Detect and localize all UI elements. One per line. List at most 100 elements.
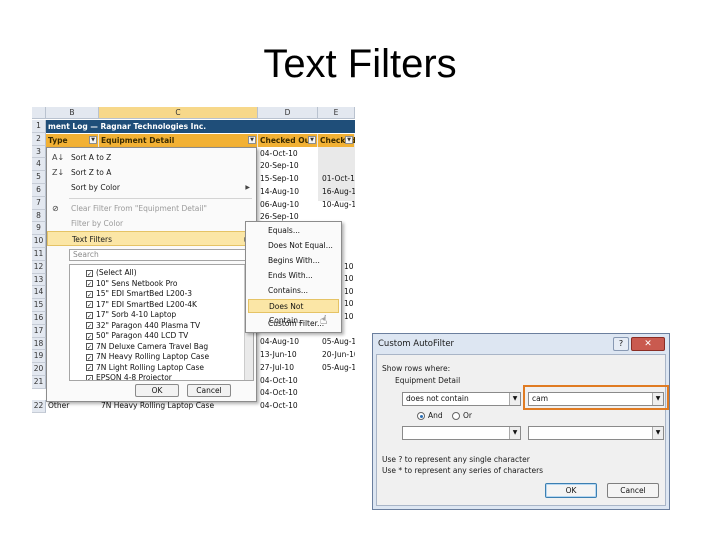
filter-list-item[interactable]: ✓ 10" Sens Netbook Pro xyxy=(86,278,178,289)
filter-dropdown-icon[interactable]: ▼ xyxy=(308,136,316,144)
row-header[interactable]: 22 xyxy=(32,400,46,413)
cell[interactable]: 14-Aug-10 xyxy=(258,186,299,198)
cell[interactable]: 15-Sep-10 xyxy=(258,173,299,185)
cell[interactable]: 20-Sep-10 xyxy=(258,160,299,172)
filter-list-item[interactable]: ✓ 15" EDI SmartBed L200-3 xyxy=(86,288,192,299)
submenu-item[interactable]: Begins With... xyxy=(248,254,339,268)
column-header-b[interactable]: B xyxy=(46,107,99,119)
cell[interactable]: 13-Jun-10 xyxy=(258,349,297,361)
submenu-item[interactable]: Ends With... xyxy=(248,269,339,283)
row-header[interactable]: 9 xyxy=(32,222,46,236)
cell[interactable]: 10 xyxy=(342,298,354,310)
help-button[interactable]: ? xyxy=(613,337,629,351)
menu-sort-color[interactable]: Sort by Color ▶ xyxy=(47,180,256,195)
cell[interactable]: 27-Jul-10 xyxy=(258,362,294,374)
dialog-ok-button[interactable]: OK xyxy=(545,483,597,498)
row-header[interactable]: 21 xyxy=(32,376,46,389)
filter-list-item[interactable]: ✓ 17" EDI SmartBed L200-4K xyxy=(86,299,197,310)
row-header[interactable]: 12 xyxy=(32,260,46,274)
row-header[interactable]: 18 xyxy=(32,337,46,351)
column-header-d[interactable]: D xyxy=(258,107,318,119)
checkbox-checked-icon[interactable]: ✓ xyxy=(86,290,93,299)
submenu-item[interactable]: Does Not Equal... xyxy=(248,239,339,253)
row-header[interactable]: 14 xyxy=(32,286,46,300)
menu-text-filters[interactable]: Text Filters ▶ xyxy=(47,231,256,246)
row-header[interactable]: 2 xyxy=(32,132,46,146)
header-checked-in[interactable]: Checked In ▼ xyxy=(318,134,355,158)
close-button[interactable]: ✕ xyxy=(631,337,665,351)
row-header[interactable]: 16 xyxy=(32,312,46,325)
row-header[interactable]: 17 xyxy=(32,324,46,338)
row-header[interactable]: 10 xyxy=(32,235,46,248)
filter-list-item[interactable]: ✓ EPSON 4-8 Projector xyxy=(86,372,172,380)
row-header[interactable]: 5 xyxy=(32,171,46,184)
row-header[interactable]: 19 xyxy=(32,350,46,364)
filter-dropdown-icon[interactable]: ▼ xyxy=(248,136,256,144)
submenu-item[interactable]: Contains... xyxy=(248,284,339,298)
header-checked-out[interactable]: Checked Out ▼ xyxy=(258,134,318,147)
submenu-item[interactable]: Equals... xyxy=(248,224,339,238)
filter-list-item[interactable]: ✓ 17" Sorb 4-10 Laptop xyxy=(86,309,176,320)
header-type[interactable]: Type ▼ xyxy=(46,134,99,147)
filter-list-item[interactable]: ✓ 32" Paragon 440 Plasma TV xyxy=(86,320,200,331)
cell[interactable]: 04-Oct-10 xyxy=(258,400,298,412)
cell[interactable]: 10-Aug-10 xyxy=(320,199,355,211)
row-header[interactable]: 1 xyxy=(32,120,46,133)
filter-list-item[interactable]: ✓ 7N Heavy Rolling Laptop Case xyxy=(86,351,209,362)
cell[interactable]: 01-Oct-10 xyxy=(320,173,355,185)
row-header[interactable]: 15 xyxy=(32,299,46,312)
cell[interactable]: 20-Jun-10 xyxy=(320,349,355,361)
cell[interactable]: 04-Oct-10 xyxy=(258,148,298,160)
operator2-select[interactable]: ▼ xyxy=(402,426,521,440)
cell[interactable]: 10 xyxy=(342,311,354,323)
header-equipment[interactable]: Equipment Detail ▼ xyxy=(99,134,258,147)
checkbox-checked-icon[interactable]: ✓ xyxy=(86,322,93,330)
cell[interactable]: 04-Oct-10 xyxy=(258,387,298,399)
cell[interactable]: 04-Aug-10 xyxy=(258,336,299,348)
checkbox-checked-icon[interactable]: ✓ xyxy=(86,353,93,362)
menu-ok-button[interactable]: OK xyxy=(135,384,179,397)
menu-sort-az[interactable]: A↓ Sort A to Z xyxy=(47,150,256,165)
menu-cancel-button[interactable]: Cancel xyxy=(187,384,231,397)
row-header[interactable]: 20 xyxy=(32,363,46,376)
cell[interactable]: 05-Aug-10 xyxy=(320,362,355,374)
checkbox-checked-icon[interactable]: ✓ xyxy=(86,332,93,341)
checkbox-checked-icon[interactable]: ✓ xyxy=(86,343,93,351)
cell[interactable]: 10 xyxy=(342,261,354,273)
dialog-cancel-button[interactable]: Cancel xyxy=(607,483,659,498)
row-header[interactable]: 8 xyxy=(32,209,46,223)
checkbox-checked-icon[interactable]: ✓ xyxy=(86,301,93,309)
menu-sort-za[interactable]: Z↓ Sort Z to A xyxy=(47,165,256,180)
and-radio[interactable]: And xyxy=(417,411,443,420)
filter-list-item[interactable]: ✓ 50" Paragon 440 LCD TV xyxy=(86,330,188,341)
value2-combobox[interactable]: ▼ xyxy=(528,426,664,440)
cell[interactable]: 16-Aug-10 xyxy=(320,186,355,198)
checkbox-checked-icon[interactable]: ✓ xyxy=(86,374,93,380)
checkbox-checked-icon[interactable]: ✓ xyxy=(86,364,93,372)
column-header-c[interactable]: C xyxy=(99,107,258,119)
filter-list-item[interactable]: ✓ (Select All) xyxy=(86,267,137,278)
filter-dropdown-icon[interactable]: ▼ xyxy=(345,136,353,144)
row-header[interactable]: 6 xyxy=(32,184,46,197)
operator1-select[interactable]: does not contain ▼ xyxy=(402,392,521,406)
cell[interactable]: 04-Oct-10 xyxy=(258,375,298,387)
cell[interactable]: 06-Aug-10 xyxy=(258,199,299,211)
corner-cell[interactable] xyxy=(32,107,46,119)
filter-dropdown-icon[interactable]: ▼ xyxy=(89,136,97,144)
checkbox-checked-icon[interactable]: ✓ xyxy=(86,311,93,320)
menu-filter-color[interactable]: Filter by Color ▶ xyxy=(47,216,256,231)
row-header[interactable]: 11 xyxy=(32,248,46,261)
menu-clear-filter[interactable]: ⊘ Clear Filter From "Equipment Detail" xyxy=(47,201,256,216)
row-header[interactable]: 13 xyxy=(32,273,46,287)
submenu-item[interactable]: Does Not Contain... xyxy=(248,299,339,325)
row-header[interactable]: 7 xyxy=(32,196,46,210)
cell[interactable]: 05-Aug-10 xyxy=(320,336,355,348)
or-radio[interactable]: Or xyxy=(452,411,472,420)
checkbox-checked-icon[interactable]: ✓ xyxy=(86,269,93,278)
column-header-e[interactable]: E xyxy=(318,107,355,119)
filter-list-item[interactable]: ✓ 7N Light Rolling Laptop Case xyxy=(86,362,204,373)
row-header[interactable]: 4 xyxy=(32,158,46,172)
cell[interactable]: 10 xyxy=(342,273,354,285)
checkbox-checked-icon[interactable]: ✓ xyxy=(86,280,93,288)
search-input[interactable]: Search ⌕ xyxy=(69,249,254,261)
